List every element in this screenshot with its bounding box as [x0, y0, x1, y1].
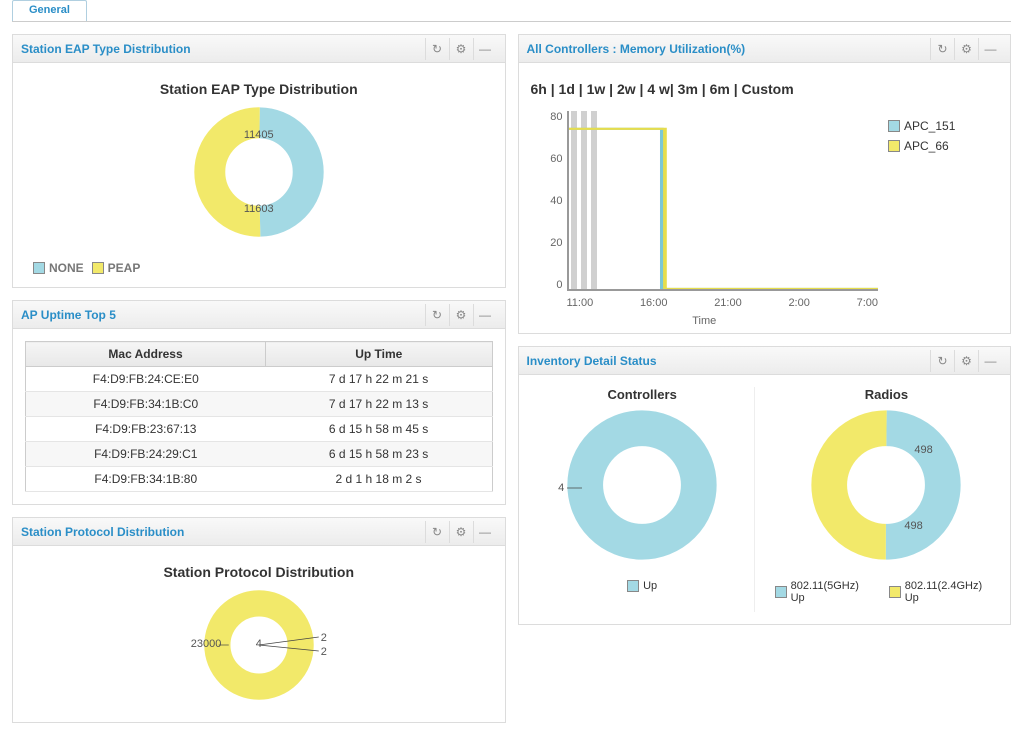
protocol-chart-title: Station Protocol Distribution — [25, 564, 493, 580]
panel-title-inventory: Inventory Detail Status — [527, 354, 657, 368]
legend-apc66: APC_66 — [904, 139, 949, 153]
table-row[interactable]: F4:D9:FB:34:1B:802 d 1 h 18 m 2 s — [26, 467, 493, 492]
cell-uptime: 7 d 17 h 22 m 21 s — [266, 367, 492, 392]
x-label: Time — [531, 315, 879, 327]
eap-chart-title: Station EAP Type Distribution — [25, 81, 493, 97]
table-row[interactable]: F4:D9:FB:24:CE:E07 d 17 h 22 m 21 s — [26, 367, 493, 392]
panel-inventory: Inventory Detail Status ↻ ⚙ — Controller… — [518, 346, 1012, 625]
refresh-icon[interactable]: ↻ — [930, 38, 954, 60]
cell-mac: F4:D9:FB:23:67:13 — [26, 417, 266, 442]
table-row[interactable]: F4:D9:FB:24:29:C16 d 15 h 58 m 23 s — [26, 442, 493, 467]
uptime-th-mac[interactable]: Mac Address — [26, 342, 266, 367]
cell-uptime: 2 d 1 h 18 m 2 s — [266, 467, 492, 492]
tab-general[interactable]: General — [12, 0, 87, 21]
table-row[interactable]: F4:D9:FB:23:67:136 d 15 h 58 m 45 s — [26, 417, 493, 442]
table-row[interactable]: F4:D9:FB:34:1B:C07 d 17 h 22 m 13 s — [26, 392, 493, 417]
minimize-icon[interactable]: — — [978, 350, 1002, 372]
minimize-icon[interactable]: — — [473, 521, 497, 543]
cell-uptime: 6 d 15 h 58 m 23 s — [266, 442, 492, 467]
panel-title-memory: All Controllers : Memory Utilization(%) — [527, 42, 746, 56]
minimize-icon[interactable]: — — [473, 38, 497, 60]
cell-mac: F4:D9:FB:34:1B:80 — [26, 467, 266, 492]
gear-icon[interactable]: ⚙ — [449, 521, 473, 543]
refresh-icon[interactable]: ↻ — [425, 521, 449, 543]
panel-title-protocol: Station Protocol Distribution — [21, 525, 184, 539]
legend-radios-24g: 802.11(2.4GHz) Up — [905, 580, 998, 604]
uptime-th-uptime[interactable]: Up Time — [266, 342, 492, 367]
cell-mac: F4:D9:FB:24:CE:E0 — [26, 367, 266, 392]
cell-mac: F4:D9:FB:34:1B:C0 — [26, 392, 266, 417]
legend-apc151: APC_151 — [904, 119, 955, 133]
memory-legend: APC_151 APC_66 — [888, 119, 998, 153]
minimize-icon[interactable]: — — [978, 38, 1002, 60]
tab-bar: General — [12, 0, 1011, 22]
legend-none: NONE — [49, 261, 84, 275]
panel-title-uptime: AP Uptime Top 5 — [21, 308, 116, 322]
controllers-title: Controllers — [607, 387, 676, 402]
radios-title: Radios — [865, 387, 908, 402]
controllers-value: 4 — [558, 482, 564, 494]
minimize-icon[interactable]: — — [473, 304, 497, 326]
refresh-icon[interactable]: ↻ — [930, 350, 954, 372]
panel-eap: Station EAP Type Distribution ↻ ⚙ — Stat… — [12, 34, 506, 288]
panel-memory: All Controllers : Memory Utilization(%) … — [518, 34, 1012, 334]
radios-donut: 498 498 — [811, 410, 961, 570]
uptime-table: Mac Address Up Time F4:D9:FB:24:CE:E07 d… — [25, 341, 493, 492]
legend-controllers-up: Up — [643, 580, 657, 592]
refresh-icon[interactable]: ↻ — [425, 38, 449, 60]
panel-protocol: Station Protocol Distribution ↻ ⚙ — Stat… — [12, 517, 506, 723]
cell-uptime: 6 d 15 h 58 m 45 s — [266, 417, 492, 442]
eap-value-peap: 11603 — [244, 203, 274, 215]
gear-icon[interactable]: ⚙ — [954, 38, 978, 60]
gear-icon[interactable]: ⚙ — [449, 38, 473, 60]
eap-value-none: 11405 — [244, 129, 274, 141]
eap-donut: 11405 11603 — [25, 107, 493, 247]
radios-top: 498 — [914, 444, 932, 456]
radios-bottom: 498 — [904, 520, 922, 532]
controllers-donut: 4 — [567, 410, 717, 570]
panel-title-eap: Station EAP Type Distribution — [21, 42, 191, 56]
time-range-bar[interactable]: 6h | 1d | 1w | 2w | 4 w| 3m | 6m | Custo… — [531, 81, 999, 97]
line-plot — [567, 111, 879, 291]
gear-icon[interactable]: ⚙ — [954, 350, 978, 372]
legend-radios-5g: 802.11(5GHz) Up — [791, 580, 875, 604]
cell-uptime: 7 d 17 h 22 m 13 s — [266, 392, 492, 417]
gear-icon[interactable]: ⚙ — [449, 304, 473, 326]
refresh-icon[interactable]: ↻ — [425, 304, 449, 326]
x-axis: 11:00 16:00 21:00 2:00 7:00 — [567, 297, 879, 309]
protocol-donut: 23000 4 2 2 — [25, 590, 493, 710]
panel-uptime: AP Uptime Top 5 ↻ ⚙ — Mac Address Up Tim… — [12, 300, 506, 505]
eap-legend: NONE PEAP — [25, 261, 493, 275]
cell-mac: F4:D9:FB:24:29:C1 — [26, 442, 266, 467]
y-axis: 80 60 40 20 0 — [531, 111, 563, 291]
legend-peap: PEAP — [108, 261, 141, 275]
